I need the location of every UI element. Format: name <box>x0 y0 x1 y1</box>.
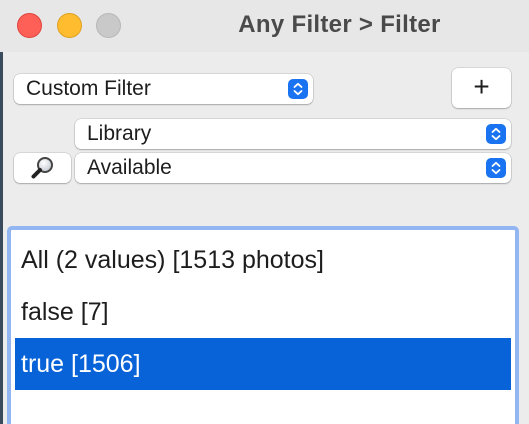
add-filter-button[interactable]: + <box>452 68 511 108</box>
scope-popup-value: Library <box>87 122 152 145</box>
window-edge <box>0 0 3 424</box>
list-item[interactable]: All (2 values) [1513 photos] <box>15 234 511 286</box>
chevron-up-down-icon <box>486 124 506 144</box>
magnifier-icon <box>31 157 53 179</box>
close-window-button[interactable] <box>17 13 42 38</box>
minimize-window-button[interactable] <box>57 13 82 38</box>
scope-popup[interactable]: Library <box>75 119 511 149</box>
filter-popup[interactable]: Custom Filter <box>14 74 313 104</box>
chevron-up-down-icon <box>288 79 308 99</box>
field-popup[interactable]: Available <box>75 153 511 183</box>
filter-popup-value: Custom Filter <box>26 77 151 100</box>
filter-window: Any Filter > Filter Custom Filter + Libr… <box>0 0 529 424</box>
title-bar: Any Filter > Filter <box>0 0 529 52</box>
search-button[interactable] <box>14 153 71 183</box>
list-item[interactable]: false [7] <box>15 286 511 338</box>
window-title: Any Filter > Filter <box>238 11 441 38</box>
values-list[interactable]: All (2 values) [1513 photos] false [7] t… <box>7 226 519 424</box>
list-item-selected[interactable]: true [1506] <box>15 338 511 390</box>
chevron-up-down-icon <box>486 158 506 178</box>
field-popup-value: Available <box>87 156 172 179</box>
zoom-window-button[interactable] <box>96 13 121 38</box>
